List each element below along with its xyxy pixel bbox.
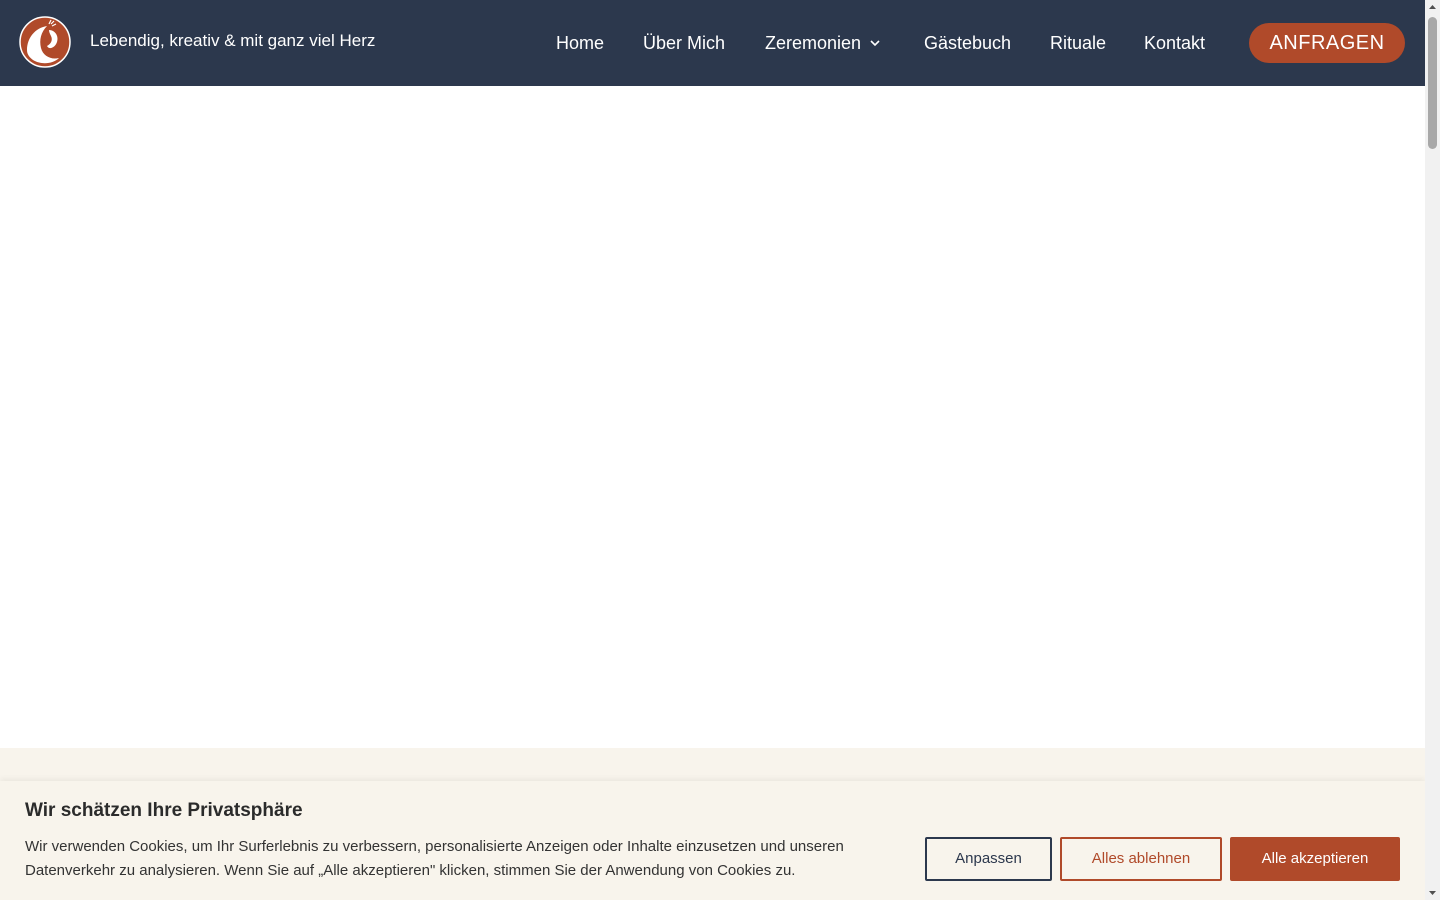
nav-zeremonien-label: Zeremonien [765, 33, 862, 53]
cookie-banner-title: Wir schätzen Ihre Privatsphäre [25, 800, 303, 821]
reject-all-button[interactable]: Alles ablehnen [1060, 837, 1222, 881]
main-nav: Home Über Mich Zeremonien Gästebuch Ritu… [0, 31, 1425, 55]
nav-home[interactable]: Home [556, 31, 604, 55]
nav-gaestebuch[interactable]: Gästebuch [924, 31, 1011, 55]
nav-kontakt[interactable]: Kontakt [1144, 31, 1205, 55]
customize-button[interactable]: Anpassen [925, 837, 1052, 881]
nav-ueber-mich[interactable]: Über Mich [643, 31, 725, 55]
scrollbar-thumb[interactable] [1428, 17, 1437, 149]
anfragen-button[interactable]: ANFRAGEN [1249, 23, 1405, 63]
scroll-down-arrow-icon[interactable] [1425, 885, 1440, 900]
accept-all-button[interactable]: Alle akzeptieren [1230, 837, 1400, 881]
nav-zeremonien[interactable]: Zeremonien [765, 31, 881, 55]
page: Lebendig, kreativ & mit ganz viel Herz H… [0, 0, 1425, 900]
page-scrollbar[interactable] [1425, 0, 1440, 900]
cookie-banner: Wir schätzen Ihre Privatsphäre Wir verwe… [0, 781, 1425, 900]
chevron-down-icon [870, 40, 880, 46]
scroll-up-arrow-icon[interactable] [1425, 0, 1440, 15]
site-header: Lebendig, kreativ & mit ganz viel Herz H… [0, 0, 1425, 86]
cookie-banner-text: Wir verwenden Cookies, um Ihr Surferlebn… [25, 838, 844, 879]
nav-rituale[interactable]: Rituale [1050, 31, 1106, 55]
